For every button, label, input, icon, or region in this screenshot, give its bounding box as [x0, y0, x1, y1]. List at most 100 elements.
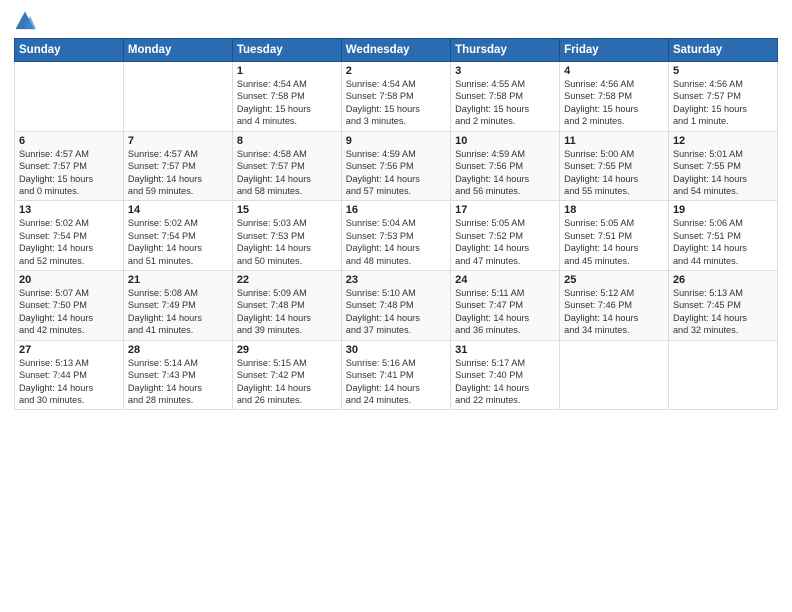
calendar-day-cell: 11Sunrise: 5:00 AM Sunset: 7:55 PM Dayli…	[560, 131, 669, 201]
header	[14, 10, 778, 32]
calendar-week-row: 13Sunrise: 5:02 AM Sunset: 7:54 PM Dayli…	[15, 201, 778, 271]
logo-icon	[14, 10, 36, 32]
day-number: 7	[128, 135, 228, 147]
weekday-header: Tuesday	[232, 39, 341, 62]
day-number: 12	[673, 135, 773, 147]
calendar-day-cell: 1Sunrise: 4:54 AM Sunset: 7:58 PM Daylig…	[232, 62, 341, 132]
day-number: 25	[564, 274, 664, 286]
day-info: Sunrise: 5:03 AM Sunset: 7:53 PM Dayligh…	[237, 217, 337, 267]
page-container: SundayMondayTuesdayWednesdayThursdayFrid…	[0, 0, 792, 416]
calendar-day-cell: 9Sunrise: 4:59 AM Sunset: 7:56 PM Daylig…	[341, 131, 450, 201]
day-info: Sunrise: 5:14 AM Sunset: 7:43 PM Dayligh…	[128, 357, 228, 407]
calendar-day-cell: 5Sunrise: 4:56 AM Sunset: 7:57 PM Daylig…	[668, 62, 777, 132]
calendar-day-cell	[123, 62, 232, 132]
day-info: Sunrise: 4:54 AM Sunset: 7:58 PM Dayligh…	[237, 78, 337, 128]
day-number: 11	[564, 135, 664, 147]
calendar-day-cell: 16Sunrise: 5:04 AM Sunset: 7:53 PM Dayli…	[341, 201, 450, 271]
calendar-day-cell: 28Sunrise: 5:14 AM Sunset: 7:43 PM Dayli…	[123, 340, 232, 410]
calendar-day-cell: 10Sunrise: 4:59 AM Sunset: 7:56 PM Dayli…	[451, 131, 560, 201]
day-number: 6	[19, 135, 119, 147]
weekday-header: Wednesday	[341, 39, 450, 62]
day-info: Sunrise: 5:07 AM Sunset: 7:50 PM Dayligh…	[19, 287, 119, 337]
day-info: Sunrise: 5:17 AM Sunset: 7:40 PM Dayligh…	[455, 357, 555, 407]
day-number: 8	[237, 135, 337, 147]
calendar-day-cell: 18Sunrise: 5:05 AM Sunset: 7:51 PM Dayli…	[560, 201, 669, 271]
calendar-day-cell: 7Sunrise: 4:57 AM Sunset: 7:57 PM Daylig…	[123, 131, 232, 201]
day-number: 18	[564, 204, 664, 216]
weekday-header-row: SundayMondayTuesdayWednesdayThursdayFrid…	[15, 39, 778, 62]
calendar-day-cell: 29Sunrise: 5:15 AM Sunset: 7:42 PM Dayli…	[232, 340, 341, 410]
calendar-day-cell	[668, 340, 777, 410]
weekday-header: Saturday	[668, 39, 777, 62]
calendar-day-cell: 30Sunrise: 5:16 AM Sunset: 7:41 PM Dayli…	[341, 340, 450, 410]
calendar-week-row: 20Sunrise: 5:07 AM Sunset: 7:50 PM Dayli…	[15, 271, 778, 341]
day-info: Sunrise: 5:06 AM Sunset: 7:51 PM Dayligh…	[673, 217, 773, 267]
day-info: Sunrise: 5:01 AM Sunset: 7:55 PM Dayligh…	[673, 148, 773, 198]
day-info: Sunrise: 5:02 AM Sunset: 7:54 PM Dayligh…	[19, 217, 119, 267]
calendar-day-cell: 22Sunrise: 5:09 AM Sunset: 7:48 PM Dayli…	[232, 271, 341, 341]
calendar-day-cell: 20Sunrise: 5:07 AM Sunset: 7:50 PM Dayli…	[15, 271, 124, 341]
day-number: 17	[455, 204, 555, 216]
calendar-day-cell: 23Sunrise: 5:10 AM Sunset: 7:48 PM Dayli…	[341, 271, 450, 341]
day-number: 27	[19, 344, 119, 356]
day-info: Sunrise: 4:56 AM Sunset: 7:57 PM Dayligh…	[673, 78, 773, 128]
day-number: 14	[128, 204, 228, 216]
day-info: Sunrise: 5:00 AM Sunset: 7:55 PM Dayligh…	[564, 148, 664, 198]
day-number: 24	[455, 274, 555, 286]
calendar-table: SundayMondayTuesdayWednesdayThursdayFrid…	[14, 38, 778, 410]
calendar-day-cell: 4Sunrise: 4:56 AM Sunset: 7:58 PM Daylig…	[560, 62, 669, 132]
day-number: 28	[128, 344, 228, 356]
day-number: 19	[673, 204, 773, 216]
weekday-header: Thursday	[451, 39, 560, 62]
calendar-day-cell: 25Sunrise: 5:12 AM Sunset: 7:46 PM Dayli…	[560, 271, 669, 341]
day-info: Sunrise: 5:11 AM Sunset: 7:47 PM Dayligh…	[455, 287, 555, 337]
day-info: Sunrise: 5:12 AM Sunset: 7:46 PM Dayligh…	[564, 287, 664, 337]
day-info: Sunrise: 5:13 AM Sunset: 7:45 PM Dayligh…	[673, 287, 773, 337]
day-info: Sunrise: 5:02 AM Sunset: 7:54 PM Dayligh…	[128, 217, 228, 267]
day-info: Sunrise: 4:56 AM Sunset: 7:58 PM Dayligh…	[564, 78, 664, 128]
day-info: Sunrise: 5:08 AM Sunset: 7:49 PM Dayligh…	[128, 287, 228, 337]
day-info: Sunrise: 5:04 AM Sunset: 7:53 PM Dayligh…	[346, 217, 446, 267]
day-number: 16	[346, 204, 446, 216]
calendar-day-cell: 27Sunrise: 5:13 AM Sunset: 7:44 PM Dayli…	[15, 340, 124, 410]
day-number: 9	[346, 135, 446, 147]
calendar-day-cell: 2Sunrise: 4:54 AM Sunset: 7:58 PM Daylig…	[341, 62, 450, 132]
day-info: Sunrise: 4:55 AM Sunset: 7:58 PM Dayligh…	[455, 78, 555, 128]
day-info: Sunrise: 5:13 AM Sunset: 7:44 PM Dayligh…	[19, 357, 119, 407]
day-number: 23	[346, 274, 446, 286]
calendar-day-cell: 26Sunrise: 5:13 AM Sunset: 7:45 PM Dayli…	[668, 271, 777, 341]
day-number: 20	[19, 274, 119, 286]
calendar-day-cell: 14Sunrise: 5:02 AM Sunset: 7:54 PM Dayli…	[123, 201, 232, 271]
day-number: 4	[564, 65, 664, 77]
day-info: Sunrise: 5:15 AM Sunset: 7:42 PM Dayligh…	[237, 357, 337, 407]
calendar-day-cell: 3Sunrise: 4:55 AM Sunset: 7:58 PM Daylig…	[451, 62, 560, 132]
weekday-header: Friday	[560, 39, 669, 62]
calendar-day-cell	[560, 340, 669, 410]
day-info: Sunrise: 4:59 AM Sunset: 7:56 PM Dayligh…	[346, 148, 446, 198]
day-number: 31	[455, 344, 555, 356]
calendar-day-cell: 12Sunrise: 5:01 AM Sunset: 7:55 PM Dayli…	[668, 131, 777, 201]
day-info: Sunrise: 4:58 AM Sunset: 7:57 PM Dayligh…	[237, 148, 337, 198]
day-info: Sunrise: 5:10 AM Sunset: 7:48 PM Dayligh…	[346, 287, 446, 337]
day-number: 26	[673, 274, 773, 286]
day-number: 5	[673, 65, 773, 77]
calendar-day-cell: 19Sunrise: 5:06 AM Sunset: 7:51 PM Dayli…	[668, 201, 777, 271]
calendar-day-cell	[15, 62, 124, 132]
calendar-week-row: 27Sunrise: 5:13 AM Sunset: 7:44 PM Dayli…	[15, 340, 778, 410]
day-number: 30	[346, 344, 446, 356]
weekday-header: Sunday	[15, 39, 124, 62]
day-info: Sunrise: 5:05 AM Sunset: 7:51 PM Dayligh…	[564, 217, 664, 267]
calendar-day-cell: 21Sunrise: 5:08 AM Sunset: 7:49 PM Dayli…	[123, 271, 232, 341]
day-number: 10	[455, 135, 555, 147]
calendar-day-cell: 17Sunrise: 5:05 AM Sunset: 7:52 PM Dayli…	[451, 201, 560, 271]
calendar-week-row: 6Sunrise: 4:57 AM Sunset: 7:57 PM Daylig…	[15, 131, 778, 201]
day-number: 29	[237, 344, 337, 356]
day-info: Sunrise: 4:59 AM Sunset: 7:56 PM Dayligh…	[455, 148, 555, 198]
logo	[14, 10, 38, 32]
calendar-day-cell: 6Sunrise: 4:57 AM Sunset: 7:57 PM Daylig…	[15, 131, 124, 201]
calendar-day-cell: 15Sunrise: 5:03 AM Sunset: 7:53 PM Dayli…	[232, 201, 341, 271]
calendar-week-row: 1Sunrise: 4:54 AM Sunset: 7:58 PM Daylig…	[15, 62, 778, 132]
day-info: Sunrise: 5:16 AM Sunset: 7:41 PM Dayligh…	[346, 357, 446, 407]
day-number: 21	[128, 274, 228, 286]
day-number: 1	[237, 65, 337, 77]
